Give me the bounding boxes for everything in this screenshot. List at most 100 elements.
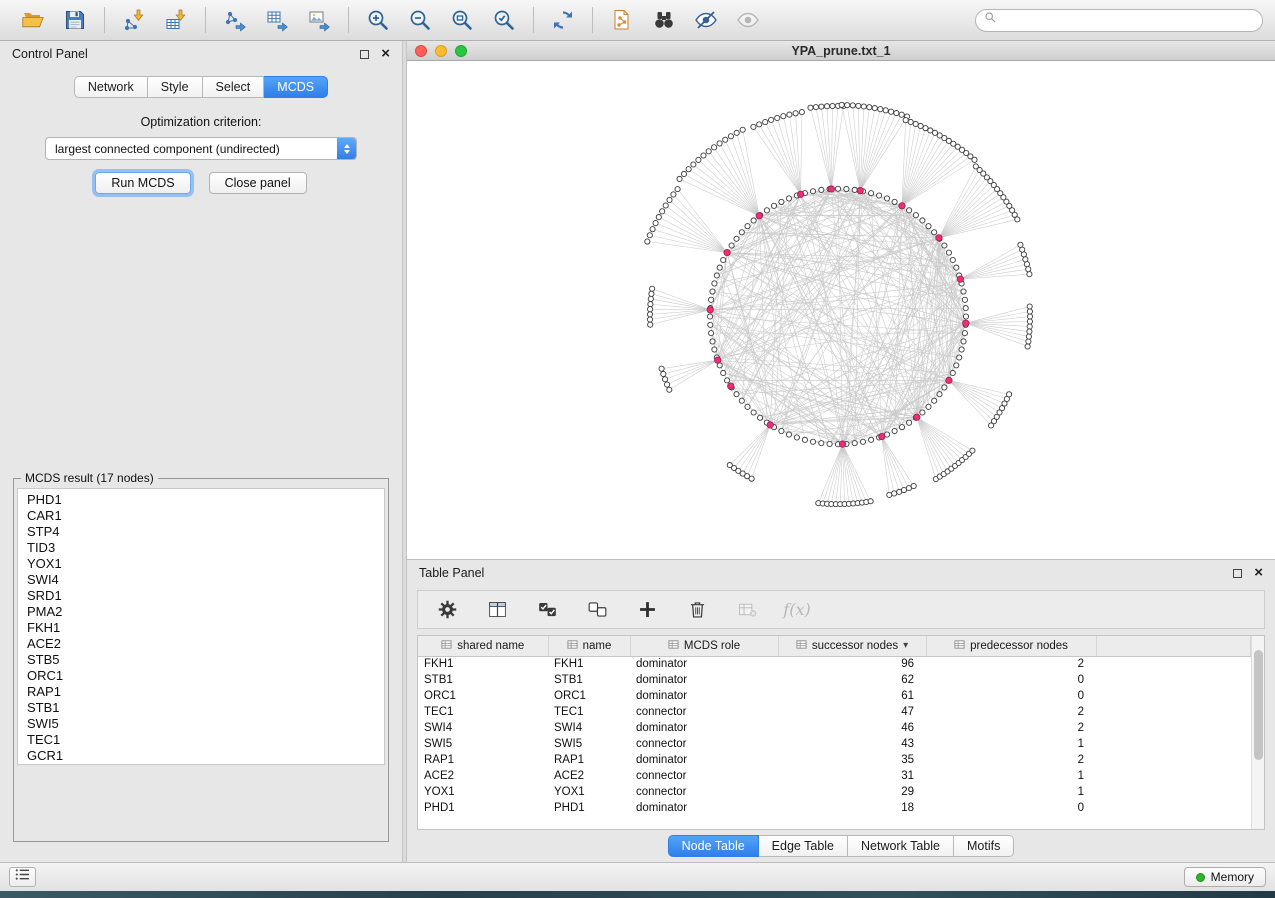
table-row[interactable]: YOX1YOX1connector291 — [418, 784, 1251, 800]
float-panel-icon[interactable] — [360, 50, 369, 59]
split-columns-icon[interactable] — [484, 597, 510, 623]
mcds-node-item[interactable]: STB1 — [27, 700, 384, 716]
mcds-node-item[interactable]: TID3 — [27, 540, 384, 556]
table-cell[interactable]: 96 — [778, 656, 926, 672]
delete-column-icon[interactable] — [684, 597, 710, 623]
mcds-node-item[interactable]: ACE2 — [27, 636, 384, 652]
export-network-icon[interactable] — [219, 4, 251, 36]
table-row[interactable]: ACE2ACE2connector311 — [418, 768, 1251, 784]
settings-gear-icon[interactable] — [434, 597, 460, 623]
clone-network-icon[interactable] — [606, 4, 638, 36]
table-cell[interactable]: dominator — [630, 688, 778, 704]
fx-icon[interactable]: f(x) — [784, 597, 810, 623]
optimization-criterion-select[interactable]: largest connected component (undirected) — [45, 137, 357, 160]
search-input[interactable] — [1002, 13, 1254, 27]
table-cell[interactable]: SWI4 — [548, 720, 630, 736]
table-cell[interactable]: 0 — [926, 672, 1096, 688]
close-table-panel-icon[interactable]: × — [1254, 567, 1263, 579]
table-cell[interactable]: 43 — [778, 736, 926, 752]
table-cell[interactable]: dominator — [630, 656, 778, 672]
table-tab-edge-table[interactable]: Edge Table — [759, 835, 848, 857]
table-cell[interactable]: connector — [630, 704, 778, 720]
table-cell[interactable]: 1 — [926, 768, 1096, 784]
table-tab-network-table[interactable]: Network Table — [848, 835, 954, 857]
node-table[interactable]: shared namenameMCDS rolesuccessor nodes▾… — [418, 636, 1251, 816]
tab-mcds[interactable]: MCDS — [264, 76, 328, 98]
export-image-icon[interactable] — [303, 4, 335, 36]
table-cell[interactable]: 29 — [778, 784, 926, 800]
show-graphics-details-icon[interactable] — [690, 4, 722, 36]
table-cell[interactable]: PHD1 — [548, 800, 630, 816]
tab-select[interactable]: Select — [203, 76, 265, 98]
refresh-icon[interactable] — [547, 4, 579, 36]
table-cell[interactable]: STB1 — [548, 672, 630, 688]
run-mcds-button[interactable]: Run MCDS — [95, 172, 190, 194]
table-cell[interactable]: ORC1 — [418, 688, 548, 704]
table-cell[interactable]: PHD1 — [418, 800, 548, 816]
export-table-icon[interactable] — [261, 4, 293, 36]
table-row[interactable]: SWI4SWI4dominator462 — [418, 720, 1251, 736]
table-cell[interactable]: 0 — [926, 688, 1096, 704]
table-cell[interactable]: connector — [630, 784, 778, 800]
hide-graphics-details-icon[interactable] — [732, 4, 764, 36]
table-row[interactable]: ORC1ORC1dominator610 — [418, 688, 1251, 704]
column-header-successor-nodes[interactable]: successor nodes▾ — [778, 636, 926, 656]
save-icon[interactable] — [59, 4, 91, 36]
table-cell[interactable]: 1 — [926, 784, 1096, 800]
table-cell[interactable]: dominator — [630, 720, 778, 736]
table-cell[interactable]: ORC1 — [548, 688, 630, 704]
add-column-icon[interactable] — [634, 597, 660, 623]
table-cell[interactable]: 46 — [778, 720, 926, 736]
import-table-icon[interactable] — [160, 4, 192, 36]
mcds-result-list[interactable]: PHD1CAR1STP4TID3YOX1SWI4SRD1PMA2FKH1ACE2… — [17, 488, 385, 765]
close-panel-icon[interactable]: × — [381, 48, 390, 60]
table-cell[interactable]: 1 — [926, 736, 1096, 752]
mcds-node-item[interactable]: PMA2 — [27, 604, 384, 620]
tab-network[interactable]: Network — [74, 76, 148, 98]
table-cell[interactable]: 47 — [778, 704, 926, 720]
table-cell[interactable]: RAP1 — [548, 752, 630, 768]
table-cell[interactable]: 18 — [778, 800, 926, 816]
open-file-icon[interactable] — [17, 4, 49, 36]
rename-column-icon[interactable] — [734, 597, 760, 623]
tab-style[interactable]: Style — [148, 76, 203, 98]
table-scrollbar-thumb[interactable] — [1254, 650, 1263, 760]
table-row[interactable]: RAP1RAP1dominator352 — [418, 752, 1251, 768]
network-canvas[interactable] — [407, 61, 1275, 559]
mcds-node-item[interactable]: TEC1 — [27, 732, 384, 748]
table-tab-node-table[interactable]: Node Table — [668, 835, 759, 857]
table-cell[interactable]: FKH1 — [548, 656, 630, 672]
table-cell[interactable]: 61 — [778, 688, 926, 704]
table-cell[interactable]: SWI4 — [418, 720, 548, 736]
table-cell[interactable]: 2 — [926, 656, 1096, 672]
mcds-node-item[interactable]: CAR1 — [27, 508, 384, 524]
deselect-all-icon[interactable] — [584, 597, 610, 623]
zoom-fit-icon[interactable] — [446, 4, 478, 36]
table-cell[interactable]: TEC1 — [548, 704, 630, 720]
table-cell[interactable]: ACE2 — [418, 768, 548, 784]
table-row[interactable]: STB1STB1dominator620 — [418, 672, 1251, 688]
mcds-node-item[interactable]: ORC1 — [27, 668, 384, 684]
table-cell[interactable]: 31 — [778, 768, 926, 784]
zoom-out-icon[interactable] — [404, 4, 436, 36]
mcds-node-item[interactable]: FKH1 — [27, 620, 384, 636]
mcds-node-item[interactable]: GCR1 — [27, 748, 384, 764]
column-header-shared-name[interactable]: shared name — [418, 636, 548, 656]
mcds-node-item[interactable]: SWI4 — [27, 572, 384, 588]
table-cell[interactable]: YOX1 — [418, 784, 548, 800]
search-network-icon[interactable] — [648, 4, 680, 36]
column-header-name[interactable]: name — [548, 636, 630, 656]
zoom-selected-icon[interactable] — [488, 4, 520, 36]
table-cell[interactable]: 2 — [926, 752, 1096, 768]
task-history-button[interactable] — [9, 867, 36, 887]
table-row[interactable]: PHD1PHD1dominator180 — [418, 800, 1251, 816]
table-cell[interactable]: connector — [630, 736, 778, 752]
mcds-node-item[interactable]: SWI5 — [27, 716, 384, 732]
select-all-icon[interactable] — [534, 597, 560, 623]
float-table-panel-icon[interactable] — [1233, 569, 1242, 578]
table-cell[interactable]: dominator — [630, 800, 778, 816]
column-header-MCDS-role[interactable]: MCDS role — [630, 636, 778, 656]
zoom-in-icon[interactable] — [362, 4, 394, 36]
table-row[interactable]: SWI5SWI5connector431 — [418, 736, 1251, 752]
network-graph[interactable] — [407, 61, 1275, 559]
